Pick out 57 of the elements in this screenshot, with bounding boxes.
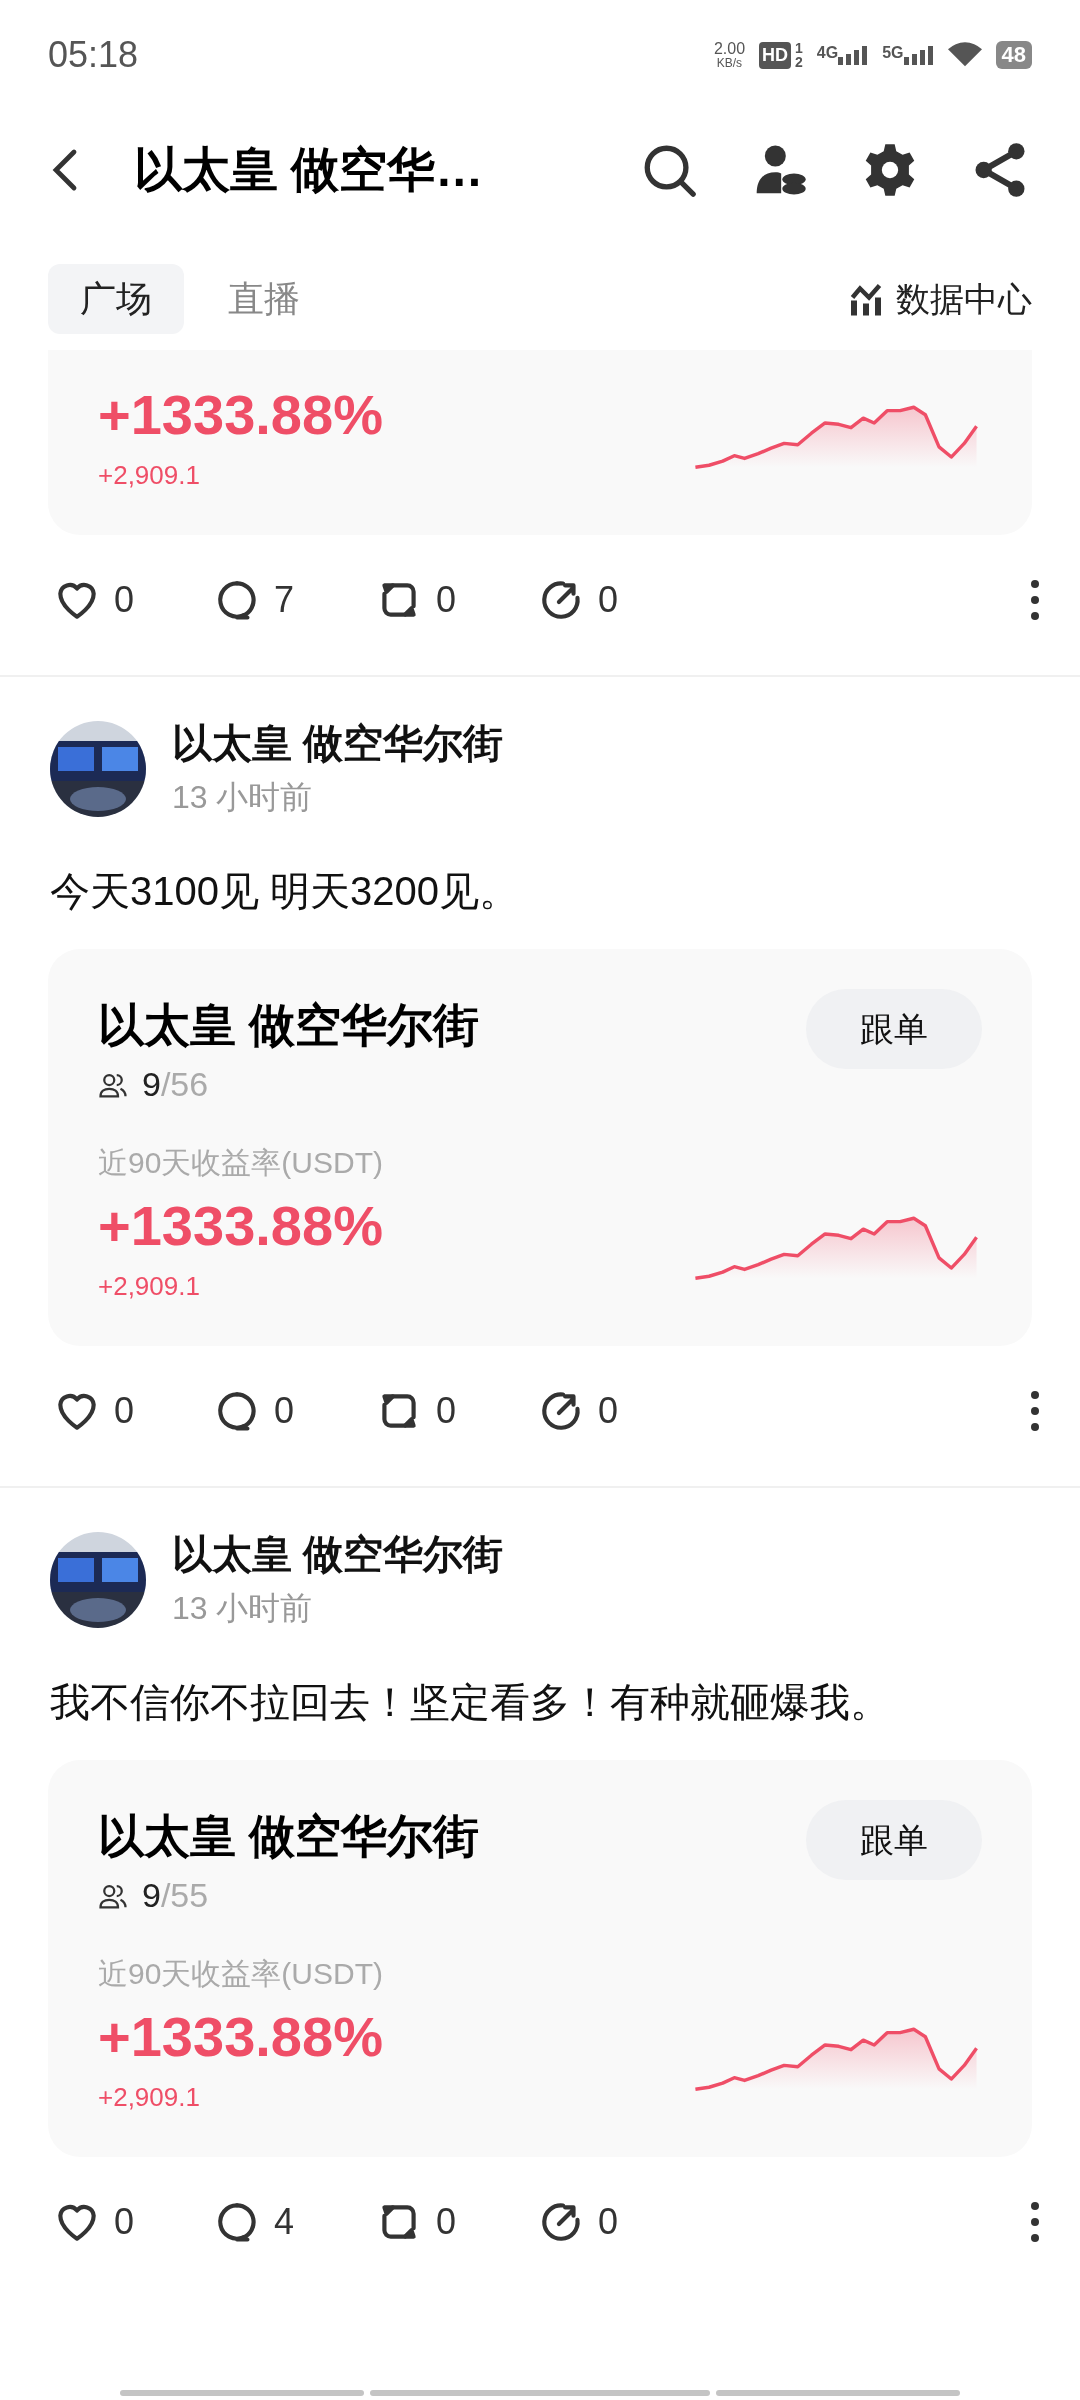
comment-count: 0	[274, 1389, 295, 1433]
trader-name: 以太皇 做空华尔街	[98, 1809, 479, 1864]
like-count: 0	[114, 578, 135, 622]
share-count: 0	[598, 578, 619, 622]
trader-card[interactable]: 以太皇 做空华尔街 9/56 跟单 近90天收益率(USDT) +1333.88% +2,909.1	[48, 949, 1032, 1346]
return-percentage: +1333.88%	[98, 1193, 383, 1259]
follower-capacity: /56	[160, 1065, 209, 1103]
tab[interactable]: 直播	[196, 264, 332, 334]
return-percentage: +1333.88%	[98, 382, 383, 448]
more-icon[interactable]	[1030, 579, 1040, 621]
repost-count: 0	[436, 1389, 457, 1433]
return-percentage: +1333.88%	[98, 2004, 383, 2070]
more-icon[interactable]	[1030, 1390, 1040, 1432]
profit-amount: +2,909.1	[98, 459, 201, 492]
wifi-icon	[947, 42, 982, 68]
return-label: 近90天收益率(USDT)	[98, 1956, 383, 1992]
follower-count: 9	[142, 1876, 161, 1914]
repost-count: 0	[436, 2200, 457, 2244]
trader-card[interactable]: 以太皇 做空华尔街 9/55 跟单 近90天收益率(USDT) +1333.88% +2,909.1	[48, 1760, 1032, 2157]
sim-index: 2	[795, 55, 803, 69]
sim-index: 1	[795, 41, 803, 55]
profit-amount: +2,909.1	[98, 1270, 201, 1303]
network-label: 4G	[816, 43, 839, 63]
battery-indicator: 48	[995, 41, 1032, 69]
post-text: 我不信你不拉回去！坚定看多！有种就砸爆我。	[49, 1679, 891, 1726]
tab[interactable]: 广场	[48, 264, 184, 334]
network-label: 5G	[882, 43, 904, 63]
like-count: 0	[114, 2200, 135, 2244]
more-icon[interactable]	[1030, 2201, 1040, 2243]
speed-unit: KB/s	[716, 57, 743, 69]
comment-count: 4	[274, 2200, 295, 2244]
author-name[interactable]: 以太皇 做空华尔街	[172, 717, 504, 769]
follower-capacity: /55	[160, 1876, 209, 1914]
signal-icon	[903, 45, 934, 65]
signal-icon	[838, 45, 869, 65]
post-time: 13 小时前	[172, 1589, 314, 1628]
data-center-link[interactable]: 数据中心	[896, 273, 1032, 325]
back-icon[interactable]	[52, 148, 78, 192]
like-count: 0	[114, 1389, 135, 1433]
chart-icon[interactable]	[848, 281, 884, 317]
comment-count: 7	[274, 578, 295, 622]
status-time: 05:18	[48, 33, 139, 77]
repost-count: 0	[436, 578, 457, 622]
post-text: 今天3100见 明天3200见。	[49, 868, 521, 915]
post-time: 13 小时前	[172, 778, 314, 817]
hd-badge: HD	[759, 41, 792, 69]
share-count: 0	[598, 1389, 619, 1433]
follower-count: 9	[142, 1065, 161, 1103]
page-title: 以太皇 做空华…	[134, 142, 484, 198]
network-speed: 2.00	[713, 41, 746, 57]
return-label: 近90天收益率(USDT)	[98, 1145, 383, 1181]
copy-trade-button[interactable]: 跟单	[806, 989, 982, 1069]
copy-trade-button[interactable]: 跟单	[806, 1800, 982, 1880]
trader-name: 以太皇 做空华尔街	[98, 998, 479, 1053]
share-count: 0	[598, 2200, 619, 2244]
profit-amount: +2,909.1	[98, 2081, 201, 2114]
author-name[interactable]: 以太皇 做空华尔街	[172, 1528, 504, 1580]
